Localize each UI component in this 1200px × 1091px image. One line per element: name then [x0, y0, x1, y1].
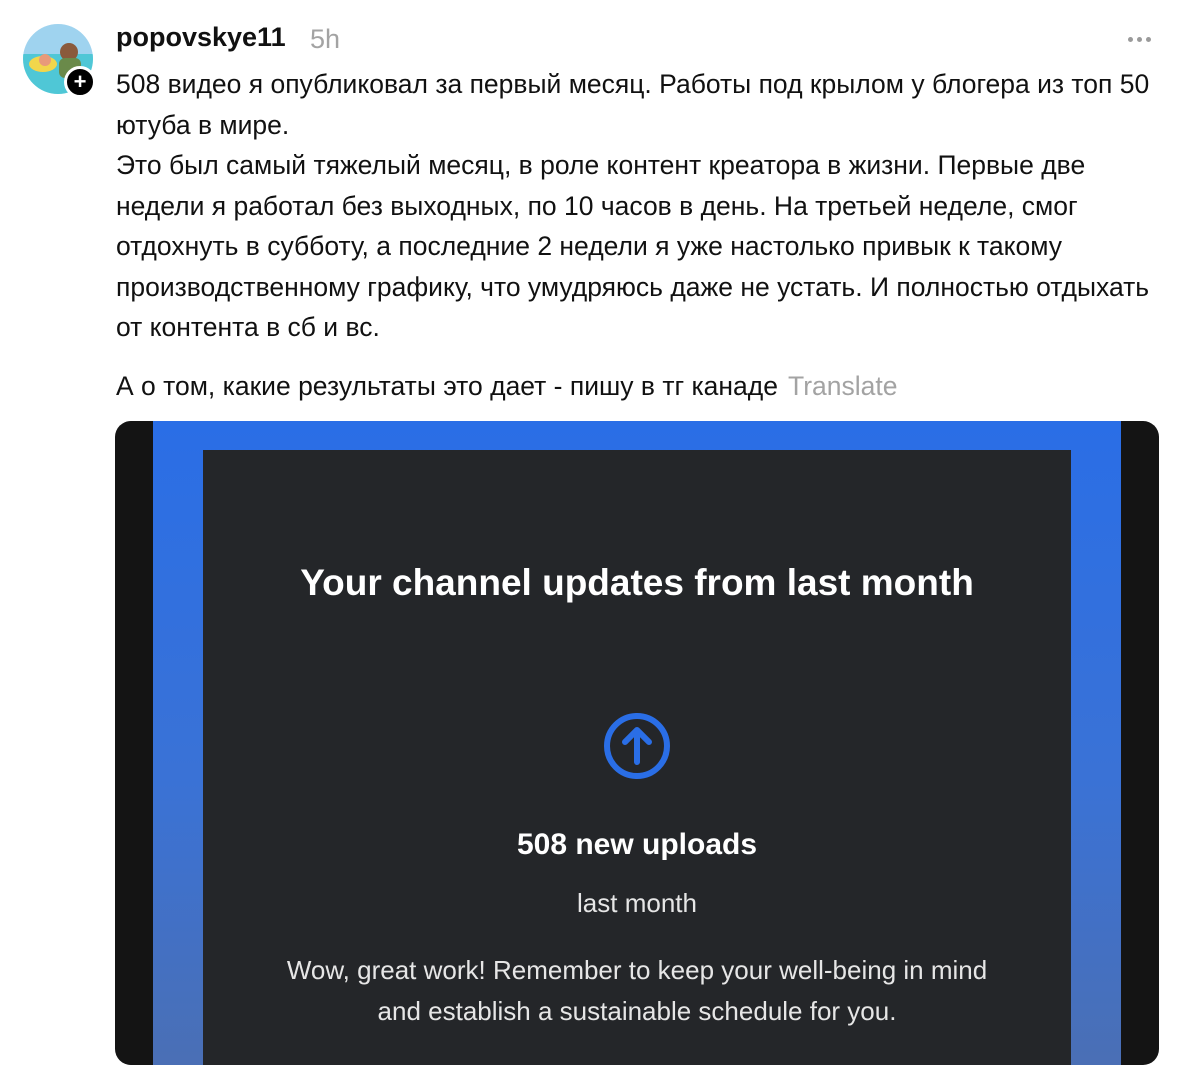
more-dot: [1145, 36, 1151, 42]
more-dot: [1136, 36, 1142, 42]
post-image[interactable]: Your channel updates from last month 508…: [115, 421, 1159, 1065]
uploads-count: 508 new uploads: [516, 828, 758, 861]
post-last-line: А о том, какие результаты это дает - пиш…: [116, 366, 1176, 407]
post-body: 508 видео я опубликовал за первый месяц.…: [116, 64, 1166, 348]
card-message: Wow, great work! Remember to keep your w…: [286, 955, 988, 1026]
plus-icon: +: [73, 69, 87, 94]
more-options-button[interactable]: [1122, 24, 1156, 54]
thread-post: + popovskye11 5h 508 видео я опубликовал…: [0, 0, 1200, 1091]
follow-button[interactable]: +: [64, 66, 96, 98]
post-paragraph: Это был самый тяжелый месяц, в роле конт…: [116, 150, 1150, 342]
uploads-period: last month: [577, 888, 697, 918]
username[interactable]: popovskye11: [116, 22, 286, 53]
post-paragraph: 508 видео я опубликовал за первый месяц.…: [116, 69, 1150, 140]
card-title: Your channel updates from last month: [300, 562, 974, 603]
channel-update-card: Your channel updates from last month 508…: [203, 450, 1071, 1065]
more-dots-icon: [1127, 36, 1133, 42]
upload-arrow-icon: [601, 710, 673, 782]
post-timestamp: 5h: [310, 24, 341, 54]
post-paragraph: А о том, какие результаты это дает - пиш…: [116, 371, 778, 401]
translate-link[interactable]: Translate: [788, 371, 897, 401]
